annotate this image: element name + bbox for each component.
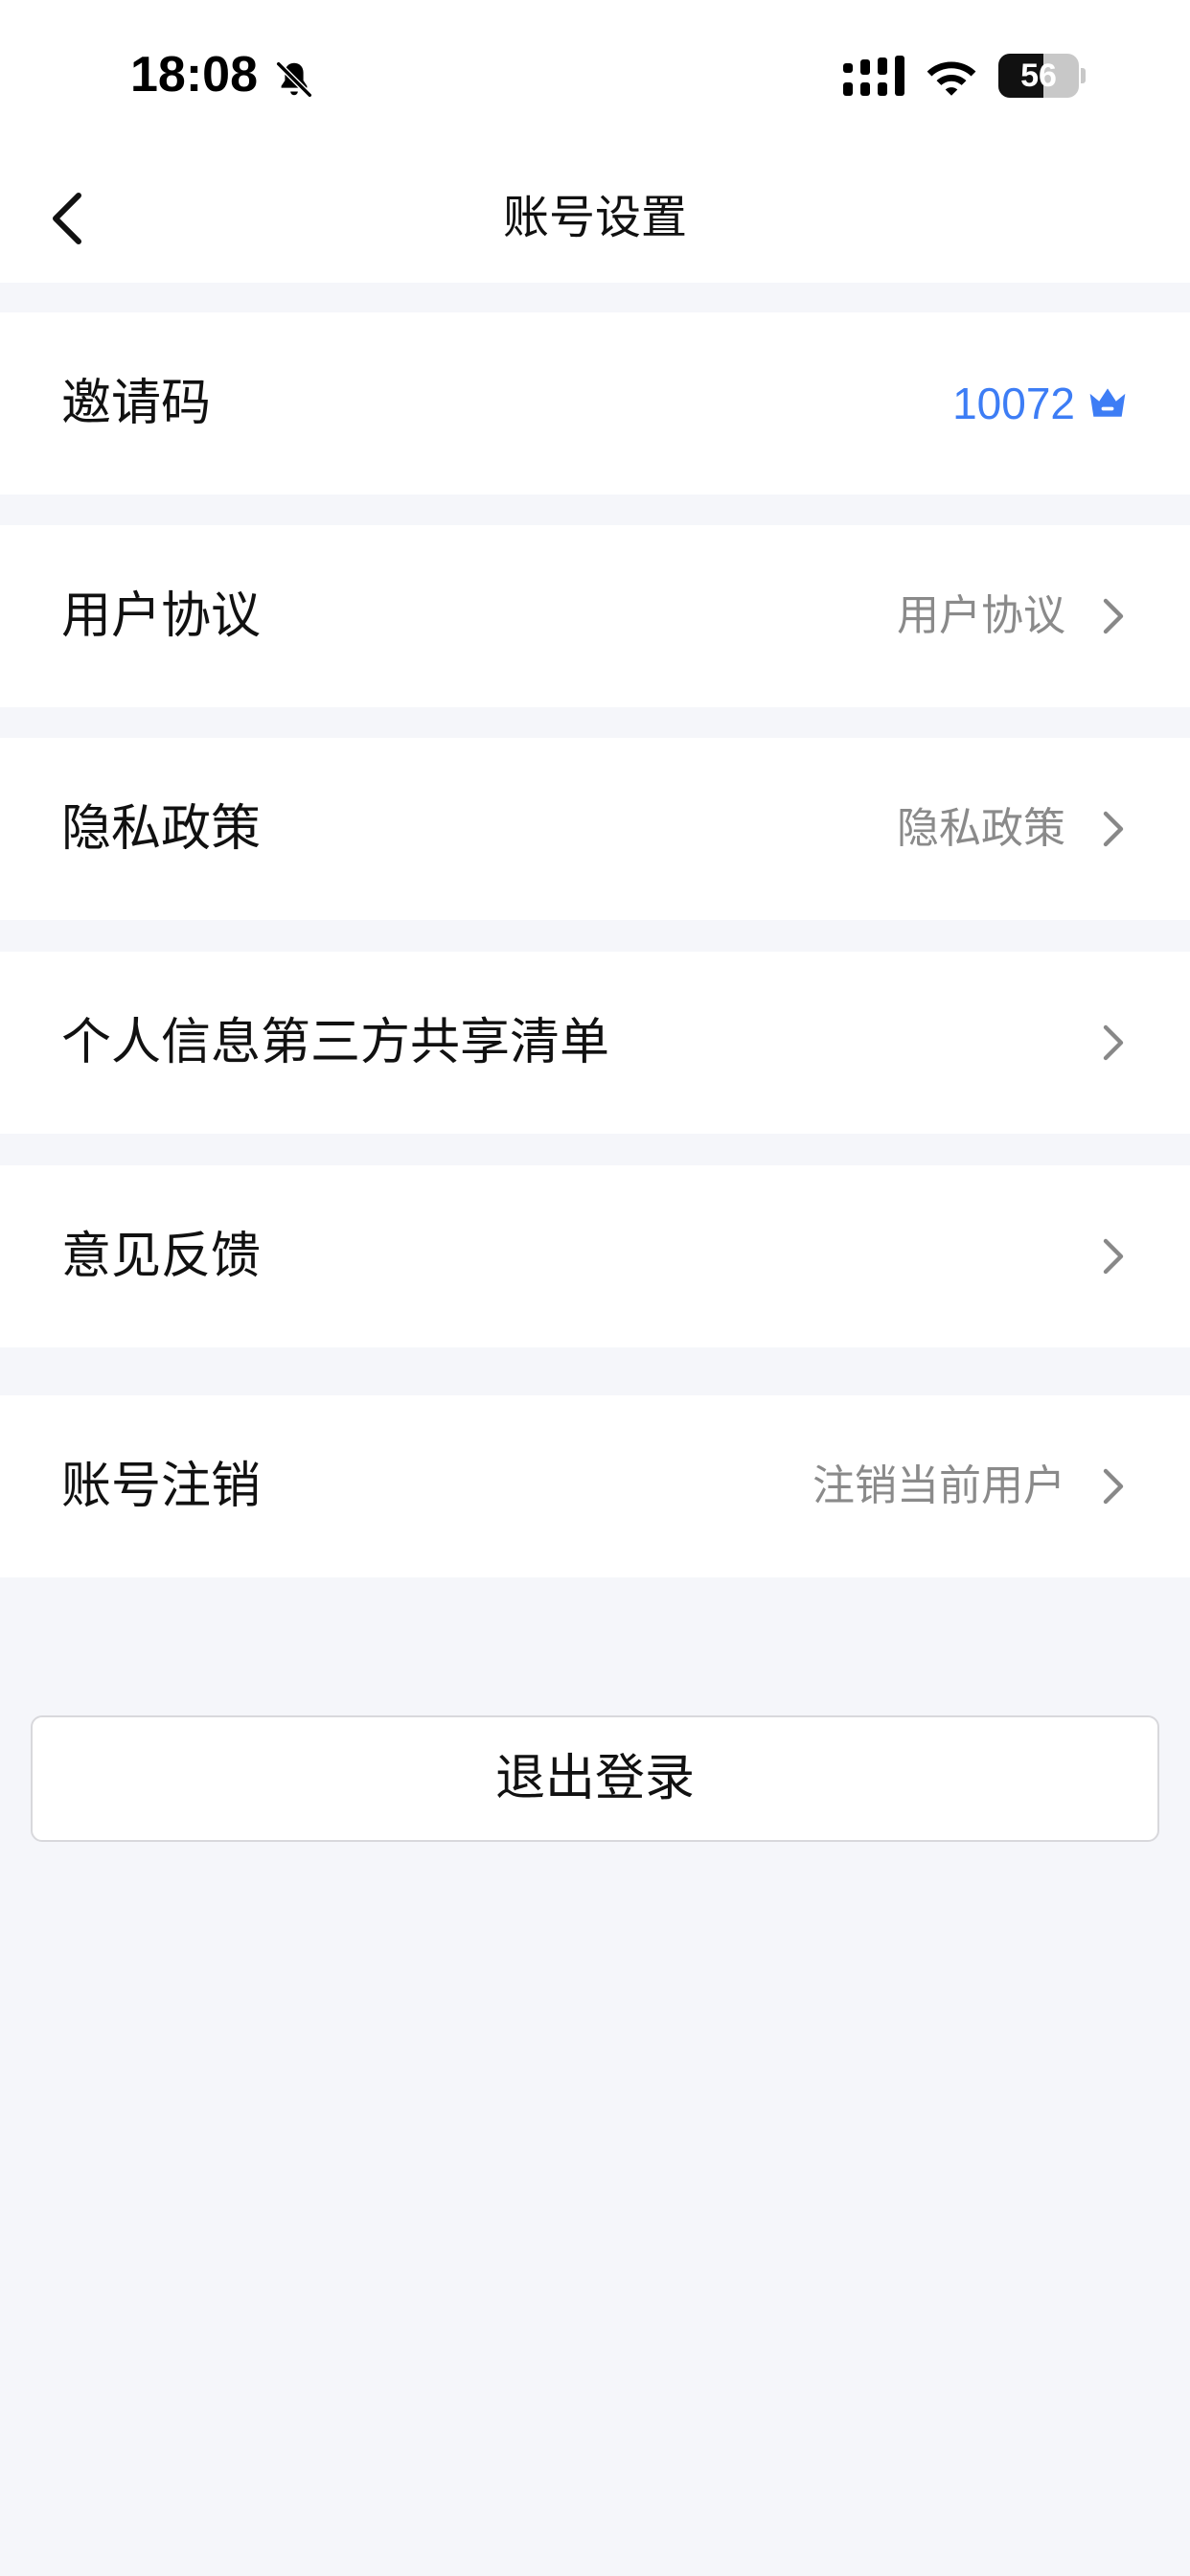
third-party-sharing-row[interactable]: 个人信息第三方共享清单 — [0, 952, 1190, 1134]
battery-level: 56 — [1020, 58, 1057, 94]
account-deletion-value: 注销当前用户 — [812, 1461, 1065, 1510]
chevron-right-icon — [1103, 1238, 1124, 1275]
wifi-icon — [927, 61, 976, 96]
status-bar: 18:08 56 — [0, 0, 1190, 153]
chevron-right-icon — [1103, 598, 1124, 634]
crown-icon — [1089, 388, 1126, 417]
back-button[interactable] — [29, 180, 105, 257]
chevron-right-icon — [1103, 1468, 1124, 1505]
battery-tip — [1081, 68, 1086, 83]
invite-code-value: 10072 — [952, 379, 1075, 428]
battery-body: 56 — [998, 54, 1079, 98]
invite-code-label: 邀请码 — [61, 375, 212, 432]
bell-slash-icon — [276, 61, 312, 98]
account-deletion-row[interactable]: 账号注销 注销当前用户 — [0, 1395, 1190, 1577]
third-party-sharing-label: 个人信息第三方共享清单 — [61, 1014, 610, 1071]
cellular-signal-icon — [843, 56, 904, 96]
user-agreement-row[interactable]: 用户协议 用户协议 — [0, 525, 1190, 707]
privacy-policy-value: 隐私政策 — [897, 804, 1065, 853]
chevron-right-icon — [1103, 811, 1124, 847]
privacy-policy-row[interactable]: 隐私政策 隐私政策 — [0, 738, 1190, 920]
page-title: 账号设置 — [502, 191, 687, 244]
battery-icon: 56 — [998, 54, 1086, 98]
privacy-policy-label: 隐私政策 — [61, 800, 262, 858]
user-agreement-value: 用户协议 — [897, 591, 1065, 640]
nav-bar: 账号设置 — [0, 153, 1190, 283]
user-agreement-label: 用户协议 — [61, 587, 262, 645]
status-time: 18:08 — [130, 47, 258, 103]
feedback-row[interactable]: 意见反馈 — [0, 1165, 1190, 1347]
chevron-left-icon — [53, 193, 81, 244]
logout-button[interactable]: 退出登录 — [31, 1715, 1159, 1842]
chevron-right-icon — [1103, 1024, 1124, 1061]
invite-code-row[interactable]: 邀请码 10072 — [0, 312, 1190, 494]
account-deletion-label: 账号注销 — [61, 1458, 262, 1515]
feedback-label: 意见反馈 — [61, 1228, 262, 1285]
